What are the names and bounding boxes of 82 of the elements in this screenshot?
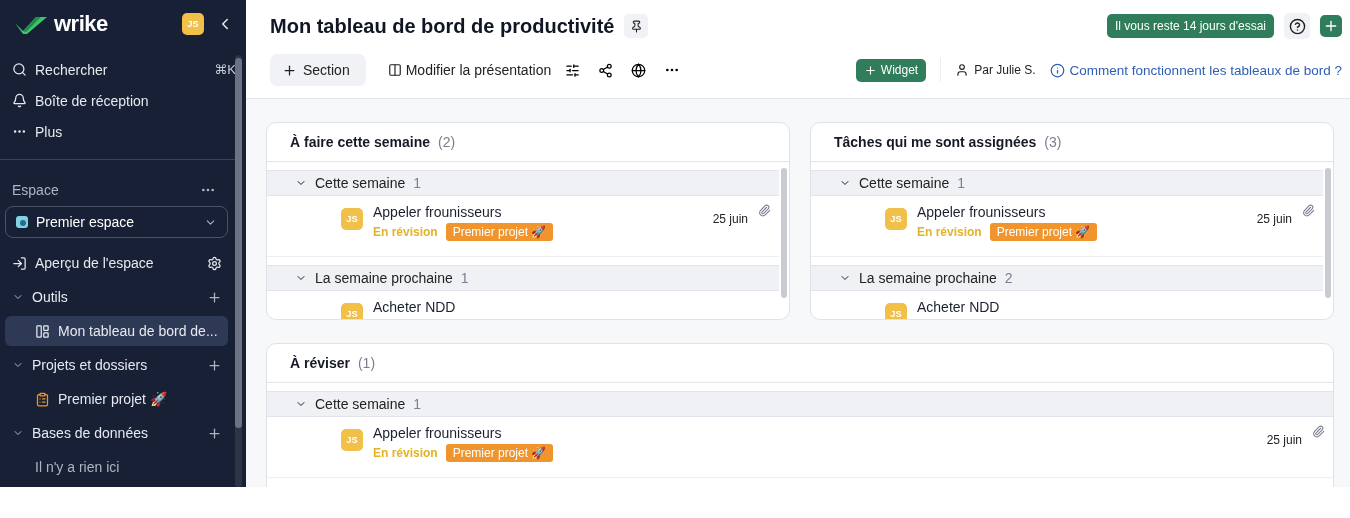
- nav-item[interactable]: Plus: [12, 116, 236, 147]
- task-status: En révision: [373, 446, 438, 460]
- section-label: Espace: [12, 182, 60, 198]
- task-title: Appeler frounisseurs: [373, 425, 503, 441]
- task-title: Appeler frounisseurs: [917, 204, 1047, 220]
- tree-group[interactable]: Outils: [5, 282, 228, 312]
- info-icon: [1049, 62, 1065, 78]
- add-icon[interactable]: [207, 289, 222, 305]
- tree-group[interactable]: Bases de données: [5, 418, 228, 448]
- space-icon: [16, 216, 28, 228]
- group-header[interactable]: La semaine prochaine 1: [267, 265, 779, 291]
- owner-label: Par Julie S.: [955, 63, 1036, 77]
- add-icon: [863, 63, 877, 77]
- task-row[interactable]: JS Appeler frounisseurs En révision Premier projet 🚀 25 juin: [811, 196, 1323, 257]
- add-icon: [1323, 18, 1339, 34]
- filter-icon[interactable]: [565, 62, 581, 78]
- tree-group[interactable]: Projets et dossiers: [5, 350, 228, 380]
- add-section-button[interactable]: Section: [270, 54, 366, 86]
- share-icon[interactable]: [598, 62, 614, 78]
- user-icon: [955, 63, 970, 77]
- user-avatar: JS: [341, 429, 363, 451]
- tree-item[interactable]: Premier projet 🚀: [5, 384, 228, 414]
- task-title: Acheter NDD: [917, 299, 1001, 315]
- add-icon: [282, 62, 297, 78]
- pin-button[interactable]: [624, 14, 649, 38]
- user-avatar: JS: [885, 303, 907, 319]
- help-icon: [1288, 17, 1306, 35]
- scrollbar-thumb[interactable]: [1325, 168, 1331, 298]
- search-icon: [12, 62, 27, 77]
- scrollbar-thumb[interactable]: [781, 168, 787, 298]
- user-avatar: JS: [885, 208, 907, 230]
- widget-title: À faire cette semaine: [290, 134, 431, 150]
- due-date: 25 juin: [1256, 212, 1292, 226]
- enter-icon: [12, 255, 27, 271]
- user-avatar: JS: [341, 208, 363, 230]
- due-date: 25 juin: [1266, 433, 1302, 447]
- add-button[interactable]: [1320, 15, 1342, 37]
- page-title: Mon tableau de bord de productivité: [270, 14, 615, 38]
- task-status: En révision: [917, 225, 982, 239]
- widget-title: Tâches qui me sont assignées: [834, 134, 1037, 150]
- tree-item[interactable]: Aperçu de l'espace: [5, 248, 228, 278]
- add-widget-button[interactable]: Widget: [855, 58, 927, 82]
- task-row[interactable]: JS Appeler frounisseurs En révision Premier projet 🚀 25 juin: [267, 196, 779, 257]
- widget-title: À réviser: [290, 355, 350, 371]
- empty-note: Il n'y a rien ici: [34, 458, 121, 477]
- globe-icon[interactable]: [631, 62, 647, 78]
- nav-item[interactable]: Boîte de réception: [12, 85, 236, 116]
- clipboard-icon: [35, 391, 50, 407]
- scrollbar-thumb[interactable]: [235, 58, 242, 428]
- task-title: Appeler frounisseurs: [373, 204, 503, 220]
- project-tag: Premier projet 🚀: [445, 223, 554, 241]
- group-header[interactable]: Cette semaine 1: [811, 170, 1323, 196]
- task-row[interactable]: JS Appeler frounisseurs En révision Premier projet 🚀 25 juin: [267, 417, 1333, 478]
- edit-layout-button[interactable]: Modifier la présentation: [387, 62, 552, 78]
- widget-count: (3): [1044, 134, 1062, 150]
- pin-icon: [629, 19, 643, 33]
- trial-badge[interactable]: Il vous reste 14 jours d'essai: [1106, 14, 1274, 38]
- settings-icon[interactable]: [207, 255, 222, 271]
- project-tag: Premier projet 🚀: [445, 444, 554, 462]
- due-date: 25 juin: [712, 212, 748, 226]
- task-title: Acheter NDD: [373, 299, 457, 315]
- user-avatar: JS: [341, 303, 363, 319]
- widget-count: (2): [438, 134, 456, 150]
- bell-icon: [12, 93, 27, 108]
- logo-icon: [14, 14, 48, 34]
- group-header[interactable]: Cette semaine 1: [267, 391, 1333, 417]
- nav-item[interactable]: Rechercher ⌘K: [12, 54, 236, 85]
- add-icon[interactable]: [207, 357, 222, 373]
- space-selector[interactable]: Premier espace: [5, 206, 228, 238]
- widget-count: (1): [357, 355, 376, 371]
- shortcut-hint: ⌘K: [214, 62, 236, 77]
- help-link[interactable]: Comment fonctionnent les tableaux de bord ?: [1049, 62, 1342, 78]
- logo-text: wrike: [54, 11, 108, 37]
- group-header[interactable]: Cette semaine 1: [267, 170, 779, 196]
- group-header[interactable]: La semaine prochaine 2: [811, 265, 1323, 291]
- project-tag: Premier projet 🚀: [989, 223, 1098, 241]
- help-button[interactable]: [1284, 13, 1310, 39]
- task-status: En révision: [373, 225, 438, 239]
- add-icon[interactable]: [207, 425, 222, 441]
- tree-item[interactable]: Mon tableau de bord de...: [5, 316, 228, 346]
- dashboard-icon: [35, 323, 50, 339]
- layout-icon: [387, 63, 402, 77]
